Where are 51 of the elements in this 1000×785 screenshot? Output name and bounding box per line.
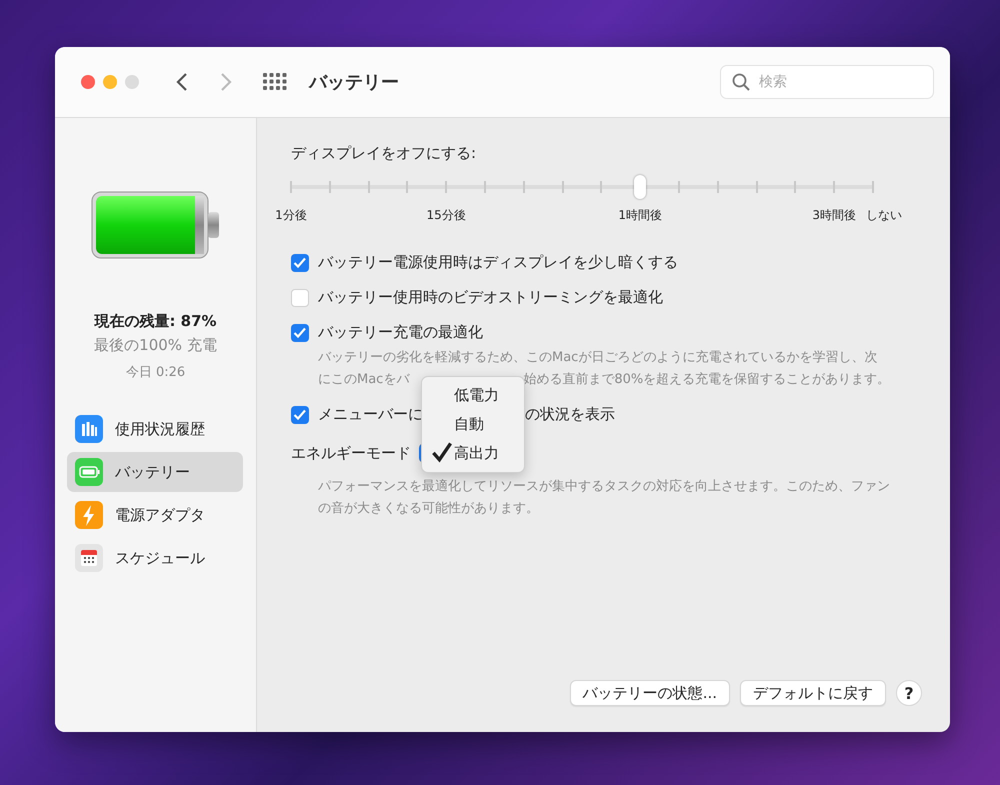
sidebar-item-label: スケジュール bbox=[115, 548, 205, 568]
menu-item[interactable]: 高出力 bbox=[422, 439, 524, 468]
menu-item[interactable]: 自動 bbox=[422, 410, 524, 439]
calendar-icon bbox=[75, 544, 103, 572]
sidebar-item[interactable]: バッテリー bbox=[67, 452, 243, 492]
menu-item[interactable]: 低電力 bbox=[422, 381, 524, 410]
window-title: バッテリー bbox=[309, 71, 400, 94]
help-button[interactable]: ? bbox=[896, 680, 922, 706]
popup-label: エネルギーモード bbox=[291, 444, 411, 462]
lightning-bolt-icon bbox=[75, 501, 103, 529]
bar-chart-icon bbox=[75, 415, 103, 443]
checkbox[interactable] bbox=[291, 254, 309, 272]
checkbox[interactable] bbox=[291, 324, 309, 342]
tick-label: 1分後 bbox=[275, 207, 307, 224]
grid-icon[interactable] bbox=[263, 72, 287, 92]
tick-label: 3時間後 bbox=[812, 207, 856, 224]
battery-icon bbox=[75, 458, 103, 486]
display-off-slider[interactable] bbox=[291, 175, 873, 199]
action-button[interactable]: バッテリーの状態... bbox=[570, 680, 730, 706]
minimize-button[interactable] bbox=[103, 75, 117, 89]
checkbox-label: バッテリー充電の最適化 bbox=[318, 323, 483, 342]
checkbox[interactable] bbox=[291, 288, 309, 306]
sidebar-item[interactable]: 使用状況履歴 bbox=[67, 409, 243, 449]
sidebar-item[interactable]: 電源アダプタ bbox=[67, 495, 243, 535]
sidebar-item-label: 使用状況履歴 bbox=[115, 420, 205, 438]
description-text: パフォーマンスを最適化してリソースが集中するタスクの対応を向上させます。このため、ファン bbox=[318, 478, 890, 496]
checkbox-label: の状況を表示 bbox=[525, 405, 615, 424]
battery-level-text: 現在の残量: 87% bbox=[94, 312, 217, 331]
checkbox-label: バッテリー使用時のビデオストリーミングを最適化 bbox=[318, 288, 663, 307]
description-text: にこのMacをバ bbox=[318, 371, 410, 389]
slider-label: ディスプレイをオフにする: bbox=[291, 144, 478, 163]
sidebar-item-label: 電源アダプタ bbox=[115, 506, 205, 524]
sidebar-item[interactable]: スケジュール bbox=[67, 538, 243, 578]
description-text: の音が大きくなる可能性があります。 bbox=[318, 500, 539, 518]
tick-label: 15分後 bbox=[426, 207, 466, 224]
close-button[interactable] bbox=[81, 75, 95, 89]
tick-label: 1時間後 bbox=[618, 207, 662, 224]
tick-label: しない bbox=[866, 207, 902, 224]
sidebar-item-label: バッテリー bbox=[115, 462, 190, 482]
description-text: バッテリーの劣化を軽減するため、このMacが日ごろどのように充電されているかを学習し、次 bbox=[318, 349, 878, 367]
action-button[interactable]: デフォルトに戻す bbox=[740, 680, 886, 706]
search-field[interactable]: 検索 bbox=[720, 65, 934, 99]
checkbox-label: バッテリー電源使用時はディスプレイを少し暗くする bbox=[318, 253, 678, 272]
slider-thumb[interactable] bbox=[634, 175, 646, 199]
charge-time-text: 今日 0:26 bbox=[126, 364, 186, 381]
checkmark-icon bbox=[430, 440, 454, 464]
description-text: 始める直前まで80%を超える充電を保留することがあります。 bbox=[523, 371, 890, 389]
checkbox[interactable] bbox=[291, 406, 309, 424]
search-icon bbox=[732, 73, 750, 91]
last-charge-text: 最後の100% 充電 bbox=[94, 336, 217, 355]
checkbox-label: メニューバーに bbox=[318, 405, 423, 424]
